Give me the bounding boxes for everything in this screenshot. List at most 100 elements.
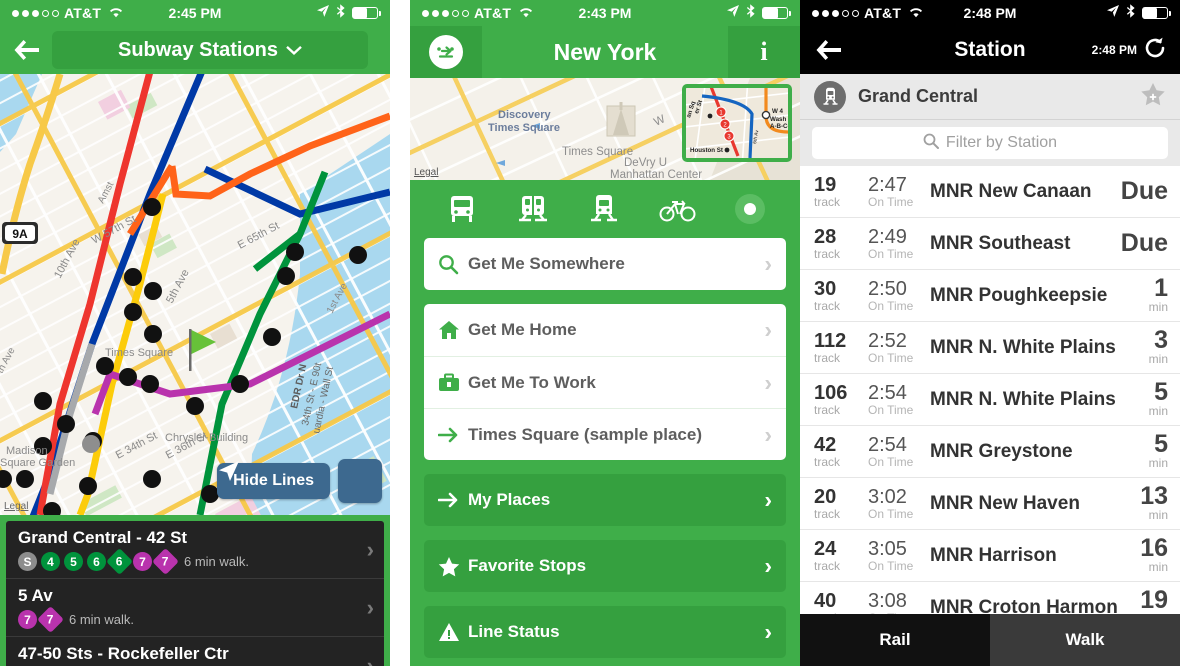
get-me-home-row[interactable]: Get Me Home ›	[424, 304, 786, 356]
track-number: 42	[814, 433, 837, 456]
track-column: 30 track	[814, 279, 868, 313]
status-bar-left: AT&T 2:45 PM	[0, 0, 390, 26]
eta-column: 3 min	[1149, 327, 1168, 366]
star-add-icon[interactable]	[1140, 82, 1166, 112]
departure-status: On Time	[868, 402, 914, 417]
map-legal-link[interactable]: Legal	[4, 501, 28, 512]
svg-text:Times Square: Times Square	[562, 146, 633, 158]
bike-icon[interactable]	[658, 195, 698, 223]
departure-row[interactable]: 19 track 2:47 On Time MNR New Canaan Due	[800, 166, 1180, 218]
departure-row[interactable]: 30 track 2:50 On Time MNR Poughkeepsie 1…	[800, 270, 1180, 322]
info-button[interactable]: i	[728, 26, 800, 78]
subway-icon[interactable]	[516, 194, 550, 224]
location-arrow-icon	[1106, 4, 1120, 22]
train-icon[interactable]	[587, 194, 621, 224]
battery-icon	[1142, 7, 1172, 19]
bus-icon[interactable]	[445, 194, 479, 224]
profile-exit-button[interactable]	[410, 26, 482, 78]
chevron-right-icon: ›	[366, 536, 374, 562]
departures-list[interactable]: 19 track 2:47 On Time MNR New Canaan Due…	[800, 166, 1180, 632]
eta-unit: min	[1148, 508, 1168, 523]
subway-stations-title-button[interactable]: Subway Stations	[52, 31, 368, 69]
search-card[interactable]: Get Me Somewhere ›	[424, 238, 786, 290]
favorite-stops-label: Favorite Stops	[468, 556, 587, 575]
line-badge-7: 7	[18, 610, 37, 629]
time-column: 2:52 On Time	[868, 331, 926, 365]
back-button[interactable]	[10, 33, 44, 67]
get-me-somewhere-row[interactable]: Get Me Somewhere ›	[424, 238, 786, 290]
map-legal-link[interactable]: Legal	[414, 167, 438, 178]
tab-walk[interactable]: Walk	[990, 614, 1180, 666]
favorite-stops-card[interactable]: Favorite Stops ›	[424, 540, 786, 592]
departure-row[interactable]: 20 track 3:02 On Time MNR New Haven 13 m…	[800, 478, 1180, 530]
station-list-item[interactable]: 47-50 Sts - Rockefeller Ctr B D F M 8 mi…	[6, 637, 384, 666]
station-lines: 7 7 6 min walk.	[18, 606, 374, 633]
svg-text:Madison: Madison	[6, 445, 48, 457]
signal-dots-icon	[12, 9, 59, 17]
departure-row[interactable]: 112 track 2:52 On Time MNR N. White Plai…	[800, 322, 1180, 374]
station-name: 5 Av	[18, 586, 53, 605]
departure-time: 2:54	[868, 381, 907, 404]
my-places-card[interactable]: My Places ›	[424, 474, 786, 526]
city-map-preview[interactable]: Discovery Times Square Times Square DeVr…	[410, 78, 800, 180]
eta-column: 16 min	[1140, 533, 1168, 574]
chevron-right-icon: ›	[764, 618, 772, 645]
station-list-item[interactable]: Grand Central - 42 St S 4 5 6 6 7 7 6 mi…	[6, 521, 384, 579]
departure-time: 2:54	[868, 433, 907, 456]
current-station-bar[interactable]: Grand Central	[800, 74, 1180, 120]
subway-map-inset[interactable]: 123 W 4 Wash Sq A-B-C-D-E Houston St er …	[682, 84, 792, 162]
three-phone-screens: AT&T 2:45 PM Subway Stations 9A 10th Ave…	[0, 0, 1200, 666]
signal-dots-icon	[812, 9, 859, 17]
time-column: 2:50 On Time	[868, 279, 926, 313]
line-badge-6: 6	[87, 552, 106, 571]
back-button[interactable]	[814, 38, 844, 62]
nearby-stations-list[interactable]: Grand Central - 42 St S 4 5 6 6 7 7 6 mi…	[0, 515, 390, 666]
departure-row[interactable]: 24 track 3:05 On Time MNR Harrison 16 mi…	[800, 530, 1180, 582]
departure-row[interactable]: 28 track 2:49 On Time MNR Southeast Due	[800, 218, 1180, 270]
briefcase-icon	[438, 373, 468, 393]
map-controls: Hide Lines	[217, 459, 382, 503]
line-status-card[interactable]: Line Status ›	[424, 606, 786, 658]
get-me-to-work-row[interactable]: Get Me To Work ›	[424, 356, 786, 408]
favorite-stops-row[interactable]: Favorite Stops ›	[424, 540, 786, 592]
eta-value: 19	[1140, 585, 1168, 614]
more-dot-icon[interactable]	[735, 194, 766, 224]
screen-subway-stations: AT&T 2:45 PM Subway Stations 9A 10th Ave…	[0, 0, 390, 666]
track-number: 19	[814, 173, 837, 196]
home-icon	[438, 320, 468, 340]
eta-value: 16	[1140, 533, 1168, 562]
my-places-row[interactable]: My Places ›	[424, 474, 786, 526]
battery-icon	[762, 7, 792, 19]
times-square-sample-row[interactable]: Times Square (sample place) ›	[424, 408, 786, 460]
track-number: 28	[814, 225, 837, 248]
chevron-right-icon: ›	[764, 316, 772, 343]
line-status-row[interactable]: Line Status ›	[424, 606, 786, 658]
svg-text:DeVry U: DeVry U	[624, 157, 667, 169]
locate-arrow-icon	[219, 461, 240, 481]
svg-text:Manhattan Center: Manhattan Center	[610, 169, 702, 180]
bluetooth-icon	[746, 3, 756, 23]
eta-value: Due	[1120, 176, 1168, 205]
info-icon: i	[760, 37, 768, 66]
line-status-label: Line Status	[468, 622, 560, 641]
locate-me-button[interactable]	[219, 459, 382, 503]
subway-map[interactable]: 9A 10th Ave Amst W 57th St E 65th St 5th…	[0, 74, 390, 515]
status-signal-group: AT&T	[12, 5, 124, 22]
departure-time: 2:52	[868, 329, 907, 352]
refresh-button[interactable]	[1144, 37, 1166, 64]
departure-row[interactable]: 106 track 2:54 On Time MNR N. White Plai…	[800, 374, 1180, 426]
search-icon	[438, 254, 468, 275]
destination: MNR Harrison	[930, 544, 1057, 566]
carrier-label: AT&T	[864, 5, 902, 21]
svg-text:Times Square: Times Square	[105, 347, 173, 359]
departure-row[interactable]: 42 track 2:54 On Time MNR Greystone 5 mi…	[800, 426, 1180, 478]
eta-unit: min	[1148, 404, 1168, 419]
filter-placeholder: Filter by Station	[945, 134, 1058, 151]
chevron-right-icon: ›	[366, 652, 374, 666]
station-list-item[interactable]: 5 Av 7 7 6 min walk. ›	[6, 579, 384, 637]
track-column: 112 track	[814, 331, 868, 365]
arrow-right-icon	[438, 426, 468, 444]
tab-rail[interactable]: Rail	[800, 614, 990, 666]
destination: MNR N. White Plains	[930, 388, 1116, 410]
filter-by-station-input[interactable]: Filter by Station	[812, 127, 1168, 159]
